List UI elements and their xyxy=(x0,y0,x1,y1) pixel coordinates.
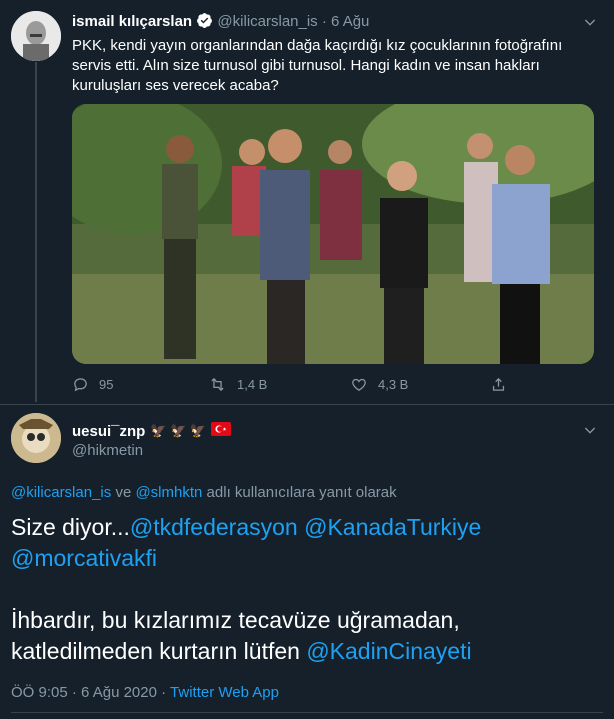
reply-author-avatar[interactable] xyxy=(11,413,61,463)
reply-to-and: ve xyxy=(115,484,132,501)
header-separator: · xyxy=(321,13,327,30)
reply-action[interactable]: 95 xyxy=(72,376,113,393)
reply-author-handle[interactable]: @hikmetin xyxy=(72,442,143,459)
author-avatar[interactable] xyxy=(11,11,61,61)
reply-to-user-link[interactable]: @kilicarslan_is xyxy=(11,484,111,501)
reply-text-line1: Size diyor... xyxy=(11,514,130,540)
share-icon xyxy=(492,377,505,391)
meta-separator: · xyxy=(71,684,77,701)
tweet-full-date[interactable]: 6 Ağu 2020 xyxy=(81,684,157,701)
like-count: 4,3 B xyxy=(378,377,409,392)
chevron-down-icon[interactable] xyxy=(582,14,598,35)
mention-link[interactable]: @morcativakfi xyxy=(11,545,157,571)
reply-to-suffix: adlı kullanıcılara yanıt olarak xyxy=(206,484,397,501)
meta-separator: · xyxy=(161,684,167,701)
tweet-header: ismail kılıçarslan @kilicarslan_is · 6 A… xyxy=(72,12,369,33)
author-handle[interactable]: @kilicarslan_is xyxy=(217,13,317,30)
replying-to-line: @kilicarslan_is ve @slmhktn adlı kullanı… xyxy=(11,484,397,501)
reply-text: Size diyor...@tkdfederasyon @KanadaTurki… xyxy=(11,512,601,667)
tweet-divider xyxy=(0,404,614,405)
like-action[interactable]: 4,3 B xyxy=(350,376,408,393)
reply-author-name-row[interactable]: uesui¯znp 🦅 🦅 🦅 xyxy=(72,422,232,440)
verified-badge-icon xyxy=(196,12,213,33)
tweet-date[interactable]: 6 Ağu xyxy=(331,13,369,30)
heart-icon xyxy=(352,378,366,391)
turkey-flag-icon xyxy=(211,422,232,440)
eagle-emojis: 🦅 🦅 🦅 xyxy=(150,423,207,438)
tweet-source-link[interactable]: Twitter Web App xyxy=(170,684,279,701)
retweet-count: 1,4 B xyxy=(237,377,268,392)
tweet-photo[interactable] xyxy=(72,104,594,364)
reply-count: 95 xyxy=(99,377,114,392)
share-action[interactable] xyxy=(490,376,517,393)
author-name[interactable]: ismail kılıçarslan xyxy=(72,13,192,30)
chevron-down-icon[interactable] xyxy=(582,422,598,443)
tweet-meta: ÖÖ 9:05 · 6 Ağu 2020 · Twitter Web App xyxy=(11,684,279,701)
reply-icon xyxy=(74,378,87,392)
thread-connector-line xyxy=(35,62,37,402)
reply-to-user-link[interactable]: @slmhktn xyxy=(135,484,202,501)
mention-link[interactable]: @KanadaTurkiye xyxy=(304,514,481,540)
mention-link[interactable]: @KadinCinayeti xyxy=(306,638,471,664)
mention-link[interactable]: @tkdfederasyon xyxy=(130,514,298,540)
reply-author-name[interactable]: uesui¯znp xyxy=(72,423,145,440)
bottom-divider xyxy=(11,712,603,713)
tweet-text: PKK, kendi yayın organlarından dağa kaçı… xyxy=(72,37,563,94)
tweet-time[interactable]: ÖÖ 9:05 xyxy=(11,684,68,701)
retweet-action[interactable]: 1,4 B xyxy=(208,376,267,393)
retweet-icon xyxy=(211,377,224,392)
